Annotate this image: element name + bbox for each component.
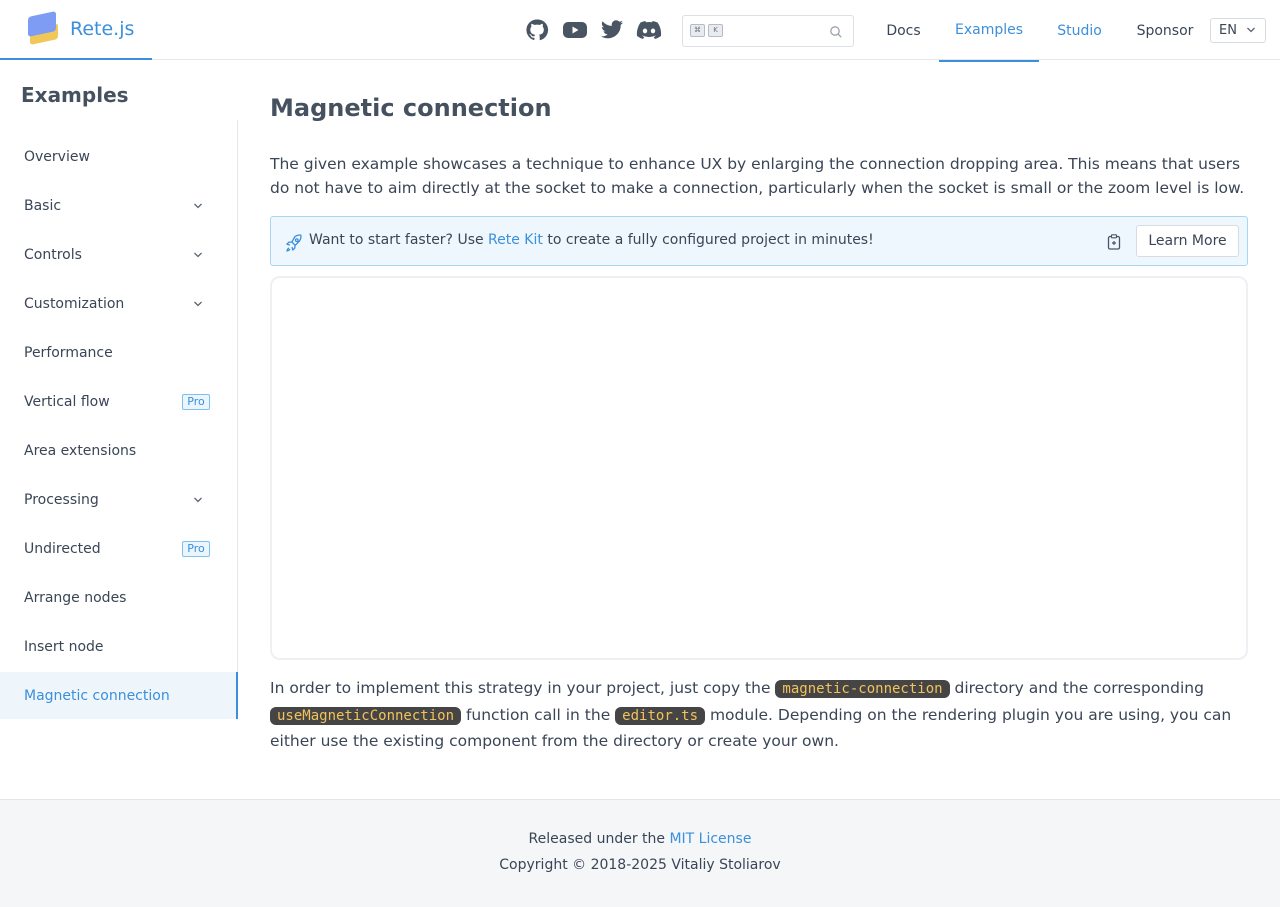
sidebar-item-label: Customization xyxy=(24,295,125,312)
rete-kit-link[interactable]: Rete Kit xyxy=(488,232,543,248)
chevron-down-icon xyxy=(1247,27,1255,33)
search-icon xyxy=(830,26,842,38)
chevron-down-icon xyxy=(194,252,202,258)
sidebar-item-processing[interactable]: Processing xyxy=(0,476,237,523)
sidebar-item-label: Controls xyxy=(24,246,82,263)
mit-license-link[interactable]: MIT License xyxy=(669,831,751,847)
chevron-down-icon xyxy=(194,497,202,503)
nav-docs[interactable]: Docs xyxy=(868,0,939,62)
top-header: Rete.js ⌘ K Docs Examples Studio Sponsor… xyxy=(0,0,1280,62)
outro-text-2: directory and the corresponding xyxy=(949,679,1204,697)
pro-badge: Pro xyxy=(182,541,210,557)
sidebar-item-label: Insert node xyxy=(24,638,104,655)
chevron-down-icon xyxy=(194,203,202,209)
banner-text: Want to start faster? Use Rete Kit to cr… xyxy=(309,232,874,248)
sidebar-item-label: Performance xyxy=(24,344,113,361)
sidebar-item-label: Undirected xyxy=(24,540,101,557)
brand-name: Rete.js xyxy=(70,18,135,40)
footer-license-line: Released under the MIT License xyxy=(0,831,1280,847)
sidebar-item-label: Overview xyxy=(24,148,90,165)
page-title: Magnetic connection xyxy=(270,94,552,122)
clipboard-icon[interactable] xyxy=(1106,233,1122,251)
brand-link[interactable]: Rete.js xyxy=(0,0,152,60)
discord-icon[interactable] xyxy=(636,19,662,41)
sidebar-item-performance[interactable]: Performance xyxy=(0,329,237,376)
sidebar-item-insert-node[interactable]: Insert node xyxy=(0,623,237,670)
rocket-icon xyxy=(286,234,302,252)
footer: Released under the MIT License Copyright… xyxy=(0,799,1280,907)
chevron-down-icon xyxy=(194,301,202,307)
language-select[interactable]: EN xyxy=(1210,18,1266,43)
sidebar: Examples Overview Basic Controls Customi… xyxy=(0,60,238,720)
intro-paragraph: The given example showcases a technique … xyxy=(270,155,1245,197)
code-editor-ts: editor.ts xyxy=(615,706,706,725)
rete-kit-banner: Want to start faster? Use Rete Kit to cr… xyxy=(270,216,1248,266)
rete-logo-icon xyxy=(27,11,63,46)
kbd-k: K xyxy=(708,24,723,37)
kbd-cmd: ⌘ xyxy=(690,24,705,37)
sidebar-item-label: Basic xyxy=(24,197,62,214)
outro-text-1: In order to implement this strategy in y… xyxy=(270,679,776,697)
footer-license-text: Released under the xyxy=(528,831,670,847)
editor-canvas[interactable] xyxy=(270,276,1248,660)
banner-text-pre: Want to start faster? Use xyxy=(309,232,489,248)
search-input[interactable]: ⌘ K xyxy=(682,15,854,47)
sidebar-item-arrange-nodes[interactable]: Arrange nodes xyxy=(0,574,237,621)
sidebar-divider xyxy=(237,120,238,720)
sidebar-item-controls[interactable]: Controls xyxy=(0,231,237,278)
youtube-icon[interactable] xyxy=(562,18,588,42)
github-icon[interactable] xyxy=(525,18,549,42)
sidebar-item-overview[interactable]: Overview xyxy=(0,133,237,180)
sidebar-item-area-extensions[interactable]: Area extensions xyxy=(0,427,237,474)
nav-sponsor[interactable]: Sponsor xyxy=(1120,0,1210,62)
twitter-icon[interactable] xyxy=(600,19,624,41)
sidebar-item-magnetic-connection[interactable]: Magnetic connection xyxy=(0,672,238,719)
outro-text-3: function call in the xyxy=(461,705,616,724)
sidebar-item-label: Magnetic connection xyxy=(24,687,170,704)
code-use-magnetic-connection: useMagneticConnection xyxy=(270,706,462,725)
banner-text-post: to create a fully configured project in … xyxy=(542,232,874,248)
sidebar-item-vertical-flow[interactable]: Vertical flow Pro xyxy=(0,378,237,425)
nav-studio[interactable]: Studio xyxy=(1039,0,1120,62)
sidebar-item-basic[interactable]: Basic xyxy=(0,182,237,229)
learn-more-button[interactable]: Learn More xyxy=(1136,225,1239,257)
nav-examples[interactable]: Examples xyxy=(939,0,1039,62)
sidebar-item-undirected[interactable]: Undirected Pro xyxy=(0,525,237,572)
pro-badge: Pro xyxy=(182,394,210,410)
sidebar-title: Examples xyxy=(21,83,129,107)
sidebar-item-customization[interactable]: Customization xyxy=(0,280,237,327)
sidebar-item-label: Processing xyxy=(24,491,99,508)
code-magnetic-connection: magnetic-connection xyxy=(775,680,950,698)
language-label: EN xyxy=(1219,23,1237,38)
sidebar-item-label: Area extensions xyxy=(24,442,137,459)
sidebar-item-label: Vertical flow xyxy=(24,393,110,410)
outro-paragraph: In order to implement this strategy in y… xyxy=(270,676,1250,755)
footer-copyright: Copyright © 2018-2025 Vitaliy Stoliarov xyxy=(499,857,781,873)
sidebar-item-label: Arrange nodes xyxy=(24,589,127,606)
